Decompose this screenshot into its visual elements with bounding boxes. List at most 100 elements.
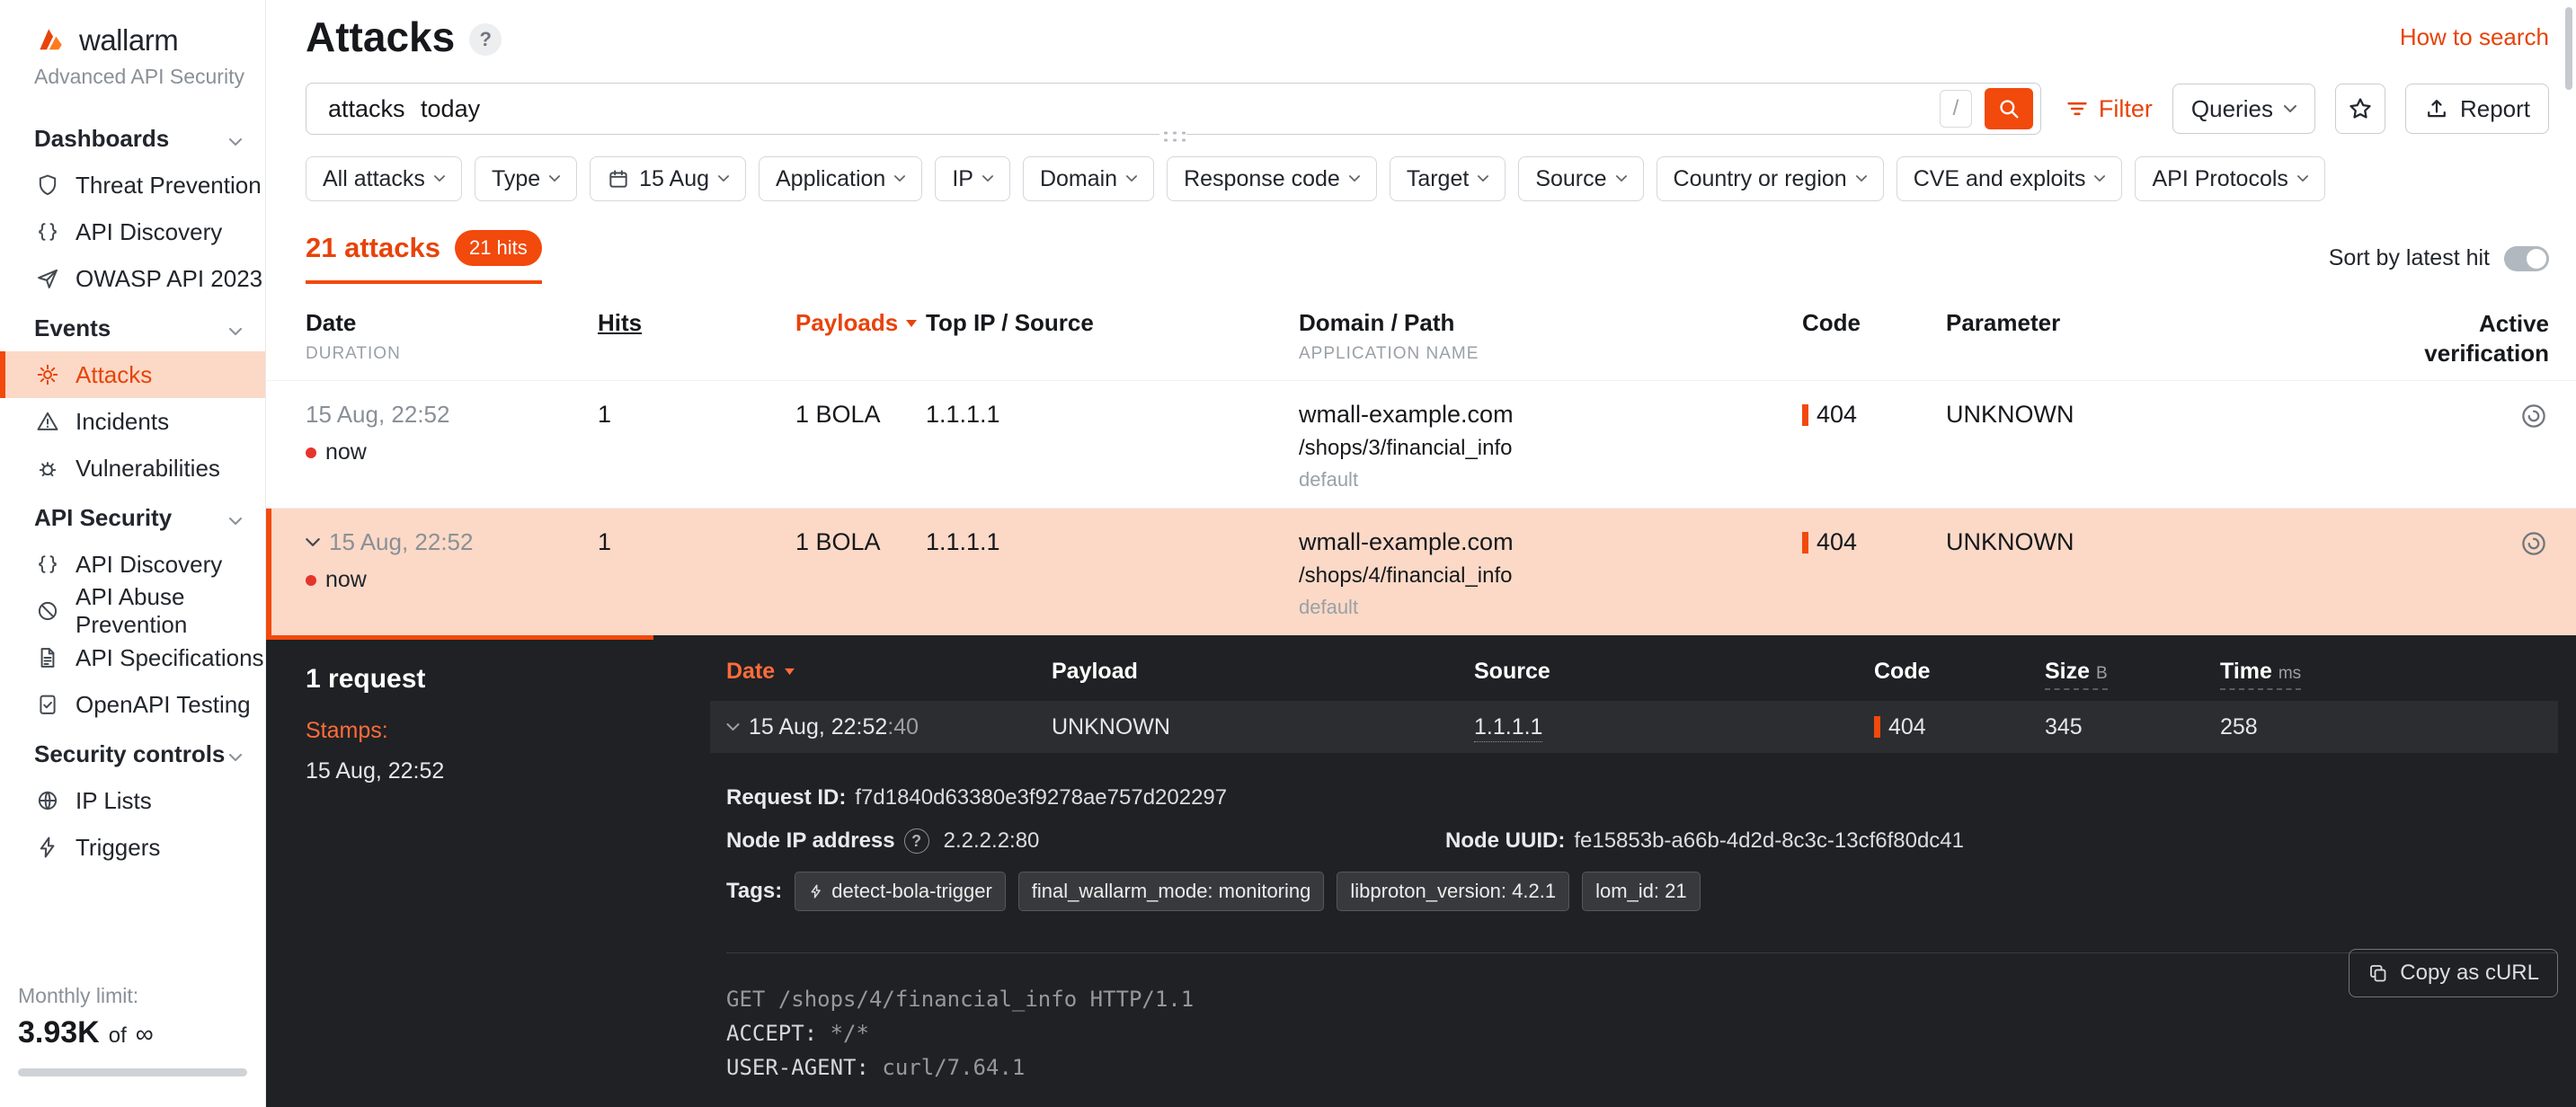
sidebar-item-api-discovery-2[interactable]: API Discovery xyxy=(0,541,265,588)
row-top-ip[interactable]: 1.1.1.1 xyxy=(926,401,1299,429)
col-hits[interactable]: Hits xyxy=(598,309,795,337)
filter-icon xyxy=(2065,96,2090,121)
monthly-limit-value: 3.93K xyxy=(18,1015,100,1050)
stamp-value[interactable]: 15 Aug, 22:52 xyxy=(306,758,710,784)
node-uuid-label: Node UUID: xyxy=(1445,828,1565,854)
section-label: Dashboards xyxy=(34,125,169,153)
request-code: 404 xyxy=(1888,714,1926,740)
sidebar-item-owasp-api-2023[interactable]: OWASP API 2023 xyxy=(0,255,265,302)
active-verification-icon[interactable] xyxy=(2518,528,2549,559)
tag-libproton-version[interactable]: libproton_version: 4.2.1 xyxy=(1337,872,1569,911)
row-domain[interactable]: wmall-example.com xyxy=(1299,401,1802,429)
chevron-down-icon xyxy=(1126,175,1137,182)
queries-dropdown[interactable]: Queries xyxy=(2172,84,2315,134)
section-label: Events xyxy=(34,314,111,342)
row-domain-cell: wmall-example.com /shops/4/financial_inf… xyxy=(1299,528,1802,619)
hits-badge: 21 hits xyxy=(455,230,542,266)
node-ip-value: 2.2.2.2:80 xyxy=(944,828,1040,854)
section-label: Security controls xyxy=(34,740,225,768)
row-path[interactable]: /shops/3/financial_info xyxy=(1299,436,1802,461)
request-row[interactable]: 15 Aug, 22:52:40 UNKNOWN 1.1.1.1 404 345… xyxy=(710,701,2558,753)
row-domain[interactable]: wmall-example.com xyxy=(1299,528,1802,556)
attack-detail-panel: 1 request Stamps: 15 Aug, 22:52 Date Pay… xyxy=(266,635,2576,1107)
live-dot xyxy=(306,447,316,458)
request-code-cell: 404 xyxy=(1874,714,2045,740)
sidebar-item-api-specifications[interactable]: API Specifications xyxy=(0,634,265,681)
page-scrollbar[interactable] xyxy=(2565,7,2572,90)
sidebar-section-api-security[interactable]: API Security xyxy=(0,492,265,541)
sidebar-item-ip-lists[interactable]: IP Lists xyxy=(0,777,265,824)
sidebar-section-events[interactable]: Events xyxy=(0,302,265,351)
tag-lom-id[interactable]: lom_id: 21 xyxy=(1582,872,1701,911)
attack-row[interactable]: 15 Aug, 22:52 now 1 1 BOLA 1.1.1.1 wmall… xyxy=(266,380,2576,508)
sidebar-item-incidents[interactable]: Incidents xyxy=(0,398,265,445)
chevron-down-icon[interactable] xyxy=(726,723,740,731)
col-duration: DURATION xyxy=(306,344,598,364)
section-label: API Security xyxy=(34,504,172,532)
favorite-query-button[interactable] xyxy=(2335,84,2385,134)
row-top-ip[interactable]: 1.1.1.1 xyxy=(926,528,1299,556)
filter-response-code[interactable]: Response code xyxy=(1167,156,1377,201)
search-resize-handle[interactable] xyxy=(1159,128,1186,142)
sidebar-item-openapi-testing[interactable]: OpenAPI Testing xyxy=(0,681,265,728)
detail-main: Date Payload Source Code Size B Time ms … xyxy=(710,635,2576,1107)
filter-date[interactable]: 15 Aug xyxy=(590,156,746,201)
filter-target[interactable]: Target xyxy=(1390,156,1506,201)
sidebar-item-api-discovery[interactable]: API Discovery xyxy=(0,208,265,255)
filter-all-attacks[interactable]: All attacks xyxy=(306,156,462,201)
export-icon xyxy=(2424,96,2449,121)
search-button[interactable] xyxy=(1985,88,2033,129)
sidebar-item-label: API Abuse Prevention xyxy=(76,583,265,639)
col-active-verification: Active verification xyxy=(2184,309,2549,368)
filter-application[interactable]: Application xyxy=(759,156,922,201)
info-icon[interactable]: ? xyxy=(904,828,929,854)
filter-cve-exploits[interactable]: CVE and exploits xyxy=(1896,156,2123,201)
row-path[interactable]: /shops/4/financial_info xyxy=(1299,563,1802,589)
sidebar-section-security-controls[interactable]: Security controls xyxy=(0,728,265,777)
report-button[interactable]: Report xyxy=(2405,84,2549,134)
sidebar-section-dashboards[interactable]: Dashboards xyxy=(0,112,265,162)
bug-icon xyxy=(34,455,61,482)
filter-type[interactable]: Type xyxy=(475,156,577,201)
sidebar-item-triggers[interactable]: Triggers xyxy=(0,824,265,871)
row-code: 404 xyxy=(1817,528,1857,556)
request-seconds: :40 xyxy=(887,714,919,739)
filter-ip[interactable]: IP xyxy=(935,156,1010,201)
attack-row-expanded[interactable]: 15 Aug, 22:52 now 1 1 BOLA 1.1.1.1 wmall… xyxy=(266,508,2576,635)
sidebar-item-threat-prevention[interactable]: Threat Prevention xyxy=(0,162,265,208)
how-to-search-link[interactable]: How to search xyxy=(2400,23,2549,51)
sort-toggle[interactable] xyxy=(2504,246,2549,271)
attacks-count-tab[interactable]: 21 attacks 21 hits xyxy=(306,230,542,284)
filter-country[interactable]: Country or region xyxy=(1657,156,1884,201)
request-source[interactable]: 1.1.1.1 xyxy=(1474,714,1542,742)
filter-source[interactable]: Source xyxy=(1518,156,1643,201)
tag-detect-bola-trigger[interactable]: detect-bola-trigger xyxy=(795,872,1006,911)
row-hits: 1 xyxy=(598,401,795,429)
sidebar-item-label: API Discovery xyxy=(76,551,222,579)
detail-col-date[interactable]: Date xyxy=(710,659,1052,685)
chevron-down-icon[interactable] xyxy=(306,538,320,547)
detail-col-size: Size B xyxy=(2045,659,2220,685)
filter-domain[interactable]: Domain xyxy=(1023,156,1154,201)
copy-as-curl-button[interactable]: Copy as cURL xyxy=(2349,949,2558,997)
tag-final-wallarm-mode[interactable]: final_wallarm_mode: monitoring xyxy=(1018,872,1325,911)
help-icon[interactable]: ? xyxy=(469,23,502,56)
search-query-text: attacks today xyxy=(328,95,1940,123)
lightning-icon xyxy=(808,883,824,899)
search-input[interactable]: attacks today / xyxy=(306,83,2041,135)
filter-button[interactable]: Filter xyxy=(2065,95,2153,123)
col-payloads[interactable]: Payloads xyxy=(795,309,926,337)
sidebar-item-vulnerabilities[interactable]: Vulnerabilities xyxy=(0,445,265,492)
filter-api-protocols[interactable]: API Protocols xyxy=(2135,156,2324,201)
sidebar-item-attacks[interactable]: Attacks xyxy=(0,351,265,398)
ban-icon xyxy=(34,598,61,624)
node-uuid-value: fe15853b-a66b-4d2d-8c3c-13cf6f80dc41 xyxy=(1574,828,1964,854)
brand-logo[interactable]: wallarm xyxy=(0,0,265,58)
star-icon xyxy=(2347,95,2374,122)
calendar-icon xyxy=(607,167,630,190)
sidebar-item-api-abuse-prevention[interactable]: API Abuse Prevention xyxy=(0,588,265,634)
row-code: 404 xyxy=(1817,401,1857,429)
active-verification-icon[interactable] xyxy=(2518,401,2549,431)
row-code-cell: 404 xyxy=(1802,528,1946,556)
sort-desc-icon xyxy=(905,319,918,328)
